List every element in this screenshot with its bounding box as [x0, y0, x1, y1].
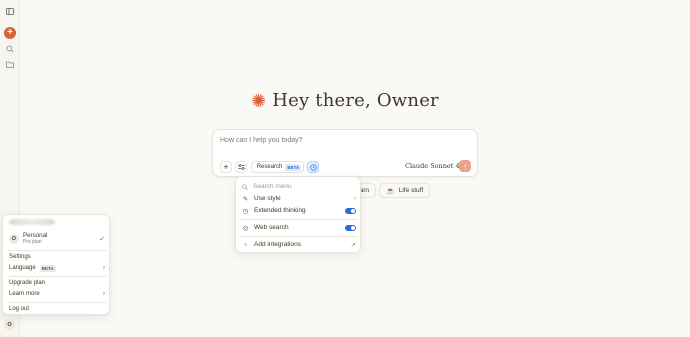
model-selector[interactable]: Claude Sonnet 4⌄	[405, 162, 467, 170]
menu-item-label: Add integrations	[254, 241, 301, 248]
attach-button[interactable]: +	[220, 161, 232, 173]
model-name: Claude Sonnet 4	[405, 162, 460, 170]
language-menu-item[interactable]: Language BETA ›	[7, 263, 107, 273]
language-beta-badge: BETA	[39, 264, 56, 272]
logout-menu-item[interactable]: Log out	[7, 304, 107, 314]
chevron-right-icon: ›	[103, 265, 105, 271]
folder-icon[interactable]	[4, 58, 16, 70]
grid-icon: ⁘	[242, 241, 249, 249]
greeting: ✺ Hey there, Owner	[0, 90, 690, 111]
menu-divider	[7, 276, 107, 277]
menu-divider	[240, 236, 358, 237]
menu-divider	[240, 219, 358, 220]
sliders-icon	[237, 164, 245, 170]
chevron-right-icon: ›	[103, 291, 105, 297]
menu-divider	[7, 302, 107, 303]
menu-item-label: Extended thinking	[254, 207, 306, 214]
research-beta-badge: BETA	[285, 163, 302, 171]
pen-icon: ✎	[242, 195, 249, 203]
menu-divider	[7, 250, 107, 251]
chip-life-stuff-label: Life stuff	[398, 187, 424, 194]
research-button[interactable]: Research BETA	[251, 161, 304, 173]
settings-menu-item[interactable]: Settings	[7, 252, 107, 262]
menu-item-add-integrations[interactable]: ⁘ Add integrations ↗	[240, 239, 358, 250]
plus-icon: +	[223, 162, 229, 172]
account-plan: Pro plan	[23, 238, 42, 245]
search-icon[interactable]	[4, 43, 16, 55]
menu-search-placeholder: Search menu	[253, 183, 292, 190]
account-menu: O Personal Pro plan ✓ Settings Language …	[2, 214, 110, 315]
language-label: Language	[9, 265, 36, 271]
composer[interactable]: How can I help you today? + Research BET…	[212, 129, 478, 177]
menu-item-use-style[interactable]: ✎ Use style ›	[240, 193, 358, 204]
extended-thinking-toggle[interactable]	[345, 207, 356, 214]
new-chat-button[interactable]: +	[4, 27, 16, 39]
claude-starburst-icon: ✺	[251, 90, 267, 111]
menu-item-label: Web search	[254, 224, 289, 231]
menu-search-input[interactable]: Search menu	[240, 181, 358, 192]
menu-item-extended-thinking[interactable]: ◷ Extended thinking	[240, 205, 358, 216]
message-input[interactable]: How can I help you today?	[220, 137, 303, 144]
globe-icon: ◎	[242, 224, 249, 232]
chip-life-stuff[interactable]: ☕ Life stuff	[379, 183, 431, 198]
web-search-toggle[interactable]	[345, 224, 356, 231]
greeting-text: Hey there, Owner	[272, 90, 439, 111]
user-avatar-button[interactable]: O	[4, 319, 15, 330]
external-link-icon: ↗	[350, 241, 356, 249]
tools-button[interactable]	[235, 161, 247, 173]
clock-icon	[309, 163, 317, 171]
menu-item-label: Use style	[254, 195, 281, 202]
clock-icon: ◷	[242, 207, 249, 215]
menu-item-web-search[interactable]: ◎ Web search	[240, 222, 358, 233]
upgrade-plan-menu-item[interactable]: Upgrade plan	[7, 278, 107, 288]
extended-thinking-button[interactable]	[307, 161, 319, 173]
learn-more-label: Learn more	[9, 291, 40, 297]
logout-label: Log out	[9, 306, 30, 312]
avatar: O	[9, 234, 19, 244]
account-email-redacted	[9, 219, 55, 225]
upgrade-plan-label: Upgrade plan	[9, 280, 46, 286]
send-button[interactable]: ↑	[459, 160, 471, 172]
coffee-icon: ☕	[386, 187, 395, 195]
arrow-up-icon: ↑	[463, 161, 467, 171]
sidebar-toggle-icon[interactable]	[4, 5, 16, 17]
chip-learn-label: arn	[359, 187, 369, 194]
account-personal[interactable]: O Personal Pro plan ✓	[7, 230, 107, 248]
chevron-right-icon: ›	[353, 195, 356, 202]
tools-menu: Search menu ✎ Use style › ◷ Extended thi…	[235, 176, 361, 253]
research-label: Research	[256, 164, 283, 170]
settings-label: Settings	[9, 254, 31, 260]
search-icon	[242, 183, 248, 190]
check-icon: ✓	[99, 236, 105, 243]
learn-more-menu-item[interactable]: Learn more ›	[7, 289, 107, 299]
